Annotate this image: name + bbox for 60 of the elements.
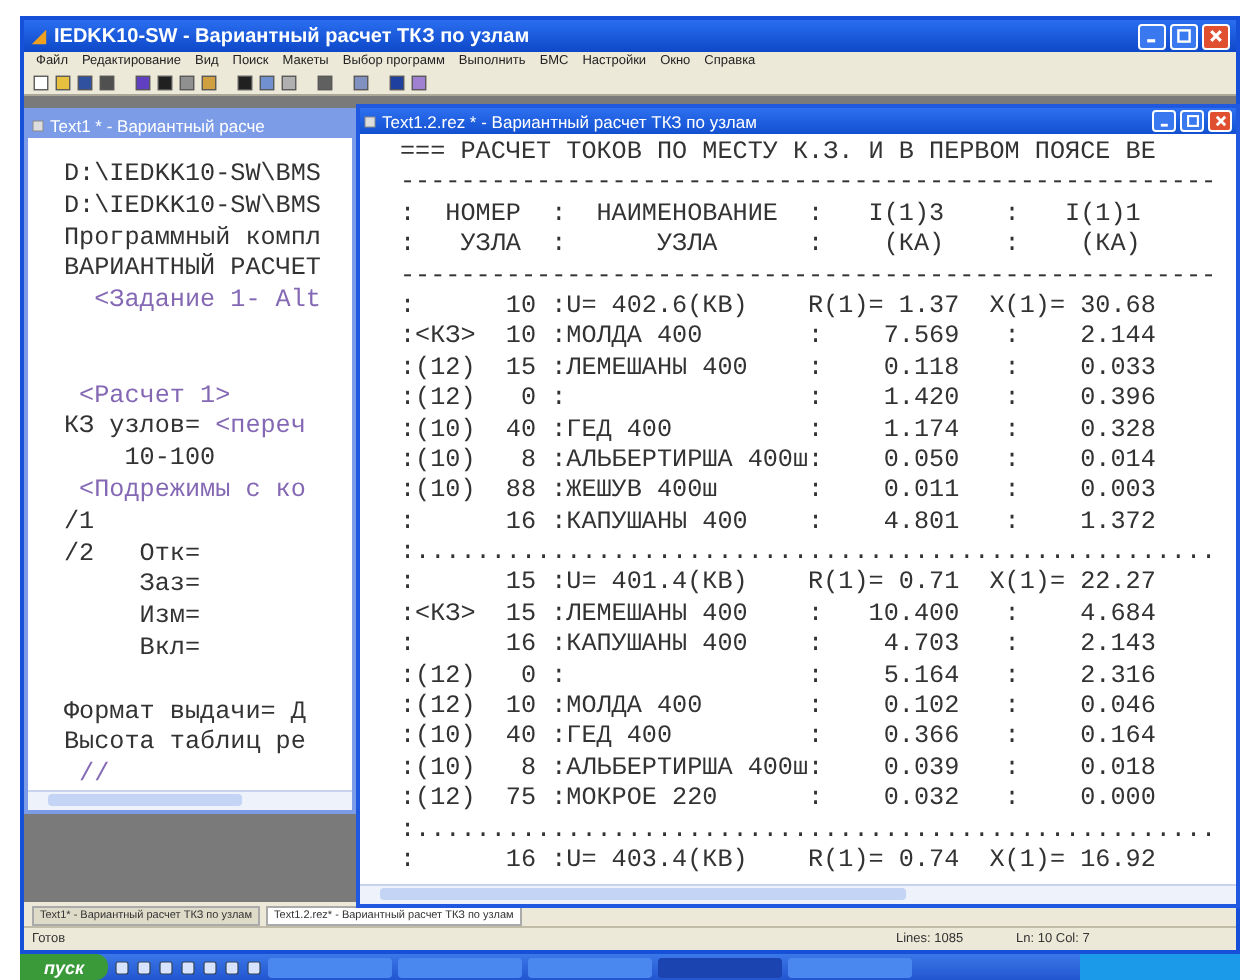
text-line: Высота таблиц ре bbox=[64, 728, 306, 757]
text-line: :(10) 88 :ЖЕШУВ 400ш : 0.011 : 0.003 bbox=[400, 476, 1156, 505]
text-line: 10-100 bbox=[122, 444, 216, 473]
maximize-button[interactable] bbox=[1180, 110, 1204, 132]
text-line: : 16 :КАПУШАНЫ 400 : 4.801 : 1.372 bbox=[400, 507, 1156, 536]
text-line: D:\IEDKK10-SW\BMS bbox=[64, 160, 321, 188]
close-icon bbox=[1208, 28, 1224, 44]
close-icon bbox=[1213, 114, 1227, 128]
text-line: :..................................................... bbox=[400, 538, 1217, 567]
horizontal-scrollbar[interactable] bbox=[360, 884, 1236, 904]
maximize-button[interactable] bbox=[1170, 23, 1198, 49]
text-line: :(10) 40 :ГЕД 400 : 0.366 : 0.164 bbox=[400, 722, 1156, 751]
close-button[interactable] bbox=[1208, 110, 1232, 132]
text-line: <переч bbox=[215, 412, 306, 441]
text-line: Изм= bbox=[137, 602, 201, 631]
window-title: Text1.2.rez * - Вариантный расчет ТКЗ по узлам bbox=[382, 111, 757, 131]
text-line: :(12) 15 :ЛЕМЕШАНЫ 400 : 0.118 : 0.033 bbox=[400, 353, 1156, 382]
start-button[interactable]: пуск bbox=[20, 954, 109, 980]
close-button[interactable] bbox=[1202, 23, 1230, 49]
text-line: Программный компл bbox=[64, 223, 321, 252]
document-icon bbox=[32, 119, 44, 131]
text-line: : 16 :КАПУШАНЫ 400 : 4.703 : 2.143 bbox=[400, 630, 1156, 659]
text-line: ВАРИАНТНЫЙ РАСЧЕТ bbox=[64, 254, 321, 283]
text-line: : 15 :U= 401.4(КВ) R(1)= 0.71 X(1)= 22.27 bbox=[400, 568, 1156, 597]
window-title: Text1 * - Вариантный расче bbox=[50, 115, 265, 135]
maximize-icon bbox=[1185, 114, 1199, 128]
text-line: <Подрежимы с ко bbox=[77, 475, 306, 504]
text-line: <Расчет 1> bbox=[77, 381, 231, 410]
window-title: IEDKK10-SW - Вариантный расчет ТКЗ по узлам bbox=[54, 25, 530, 47]
text-line: === РАСЧЕТ ТОКОВ ПО МЕСТУ К.З. И В ПЕРВОМ ПОЯСЕ ВЕ bbox=[400, 138, 1156, 166]
text-line: : 10 :U= 402.6(КВ) R(1)= 1.37 X(1)= 30.68 bbox=[400, 291, 1156, 320]
text-line: // bbox=[77, 760, 110, 789]
text-line: Вкл= bbox=[137, 633, 201, 662]
minimize-button[interactable] bbox=[1138, 23, 1166, 49]
text-line: D:\IEDKK10-SW\BMS bbox=[64, 191, 321, 220]
minimize-button[interactable] bbox=[1152, 110, 1176, 132]
text-line: /1 bbox=[64, 507, 95, 536]
text-line: :(10) 8 :АЛЬБЕРТИРША 400ш: 0.039 : 0.018 bbox=[400, 753, 1156, 782]
text-line: :(12) 0 : : 5.164 : 2.316 bbox=[400, 661, 1156, 690]
text-line: :(10) 40 :ГЕД 400 : 1.174 : 0.328 bbox=[400, 415, 1156, 444]
text-line: ------------------------------------------------------ bbox=[400, 168, 1217, 197]
text-line: :(12) 0 : : 1.420 : 0.396 bbox=[400, 384, 1156, 413]
text-line: :(12) 75 :МОКРОЕ 220 : 0.032 : 0.000 bbox=[400, 784, 1156, 813]
text-line: КЗ узлов= bbox=[64, 412, 203, 441]
text-line: :(12) 10 :МОЛДА 400 : 0.102 : 0.046 bbox=[400, 692, 1156, 721]
text-line: :<КЗ> 15 :ЛЕМЕШАНЫ 400 : 10.400 : 4.684 bbox=[400, 599, 1156, 628]
document-icon bbox=[364, 115, 376, 127]
text-line: :<КЗ> 10 :МОЛДА 400 : 7.569 : 2.144 bbox=[400, 322, 1156, 351]
app-icon bbox=[30, 27, 48, 45]
text-line: Формат выдачи= Д bbox=[64, 697, 306, 726]
text-line: :..................................................... bbox=[400, 815, 1217, 844]
text-line: : 16 :U= 403.4(КВ) R(1)= 0.74 X(1)= 16.92 bbox=[400, 845, 1156, 874]
text-line: :(10) 8 :АЛЬБЕРТИРША 400ш: 0.050 : 0.014 bbox=[400, 445, 1156, 474]
text-line: /2 Отк= bbox=[64, 539, 201, 568]
text-line: ------------------------------------------------------ bbox=[400, 261, 1217, 290]
text-line: Заз= bbox=[137, 570, 201, 599]
text-line: : УЗЛА : УЗЛА : (КА) : (КА) bbox=[400, 230, 1141, 259]
text-line: <Задание 1- Alt bbox=[92, 286, 321, 315]
text-line: : НОМЕР : НАИМЕНОВАНИЕ : I(1)3 : I(1)1 bbox=[400, 199, 1141, 228]
maximize-icon bbox=[1176, 28, 1192, 44]
